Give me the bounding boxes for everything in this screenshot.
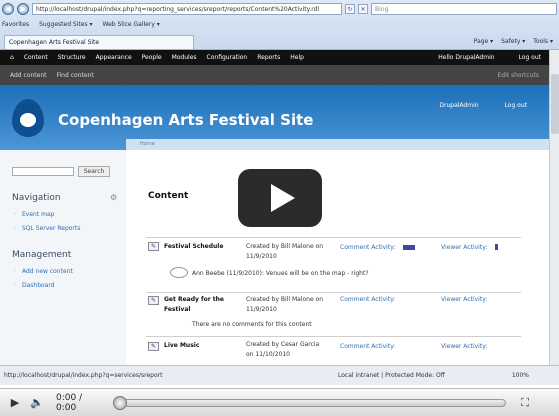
viewer-activity-label: Viewer Activity: xyxy=(441,244,488,251)
edit-document-icon[interactable]: ✎ xyxy=(148,296,159,305)
created-info: Created by Cesar Garcia on 11/10/2010 xyxy=(246,341,320,358)
address-bar[interactable]: http://localhost/drupal/index.php?q=repo… xyxy=(32,3,342,15)
gear-icon[interactable]: ⚙ xyxy=(110,193,117,202)
tab-row: Copenhagen Arts Festival Site Page ▾ Saf… xyxy=(0,33,559,50)
mgmt-link-add-content[interactable]: Add new content xyxy=(14,268,73,275)
viewer-activity-label: Viewer Activity: xyxy=(441,343,488,350)
security-zone: Local intranet | Protected Mode: Off xyxy=(338,372,445,379)
address-row: ◀ ▶ http://localhost/drupal/index.php?q=… xyxy=(2,2,557,16)
zoom-level[interactable]: 100% xyxy=(512,372,559,379)
comment-activity-label: Comment Activity: xyxy=(340,244,396,251)
no-comments-text: There are no comments for this content xyxy=(192,321,312,328)
stop-icon[interactable]: ✕ xyxy=(358,4,368,14)
shortcut-bar: Add content Find content Edit shortcuts xyxy=(0,65,549,85)
play-icon[interactable]: ▶ xyxy=(4,392,26,414)
toolbar-configuration[interactable]: Configuration xyxy=(207,54,248,61)
seek-knob[interactable] xyxy=(113,395,127,410)
toolbar-help[interactable]: Help xyxy=(290,54,304,61)
site-name[interactable]: Copenhagen Arts Festival Site xyxy=(58,111,313,129)
breadcrumb[interactable]: Home xyxy=(126,139,549,150)
admin-toolbar: ⌂ Content Structure Appearance People Mo… xyxy=(0,50,549,65)
toolbar-reports[interactable]: Reports xyxy=(257,54,280,61)
user-link[interactable]: DrupalAdmin xyxy=(439,102,478,109)
content-title-live-music[interactable]: Live Music xyxy=(164,341,199,351)
comment-activity-label: Comment Activity: xyxy=(340,296,396,303)
row-divider xyxy=(146,336,521,337)
favorites-button[interactable]: Favorites xyxy=(2,21,29,28)
status-url: http://localhost/drupal/index.php?q=serv… xyxy=(4,372,163,379)
refresh-icon[interactable]: ↻ xyxy=(345,4,355,14)
management-heading: Management xyxy=(12,250,72,260)
browser-chrome: ◀ ▶ http://localhost/drupal/index.php?q=… xyxy=(0,0,559,50)
favorites-bar: Favorites Suggested Sites ▾ Web Slice Ga… xyxy=(2,18,557,30)
command-bar: Page ▾ Safety ▾ Tools ▾ xyxy=(474,38,559,45)
comment-activity-bar xyxy=(403,245,415,250)
search-input[interactable]: Bing xyxy=(371,3,557,15)
row-divider xyxy=(146,237,521,238)
created-info: Created by Bill Malone on 11/9/2010 xyxy=(246,243,324,260)
search-field[interactable] xyxy=(12,167,74,176)
viewer-activity-label: Viewer Activity: xyxy=(441,296,488,303)
scrollbar-thumb[interactable] xyxy=(551,74,559,134)
sidebar: Search Navigation ⚙ Event map SQL Server… xyxy=(0,150,126,365)
shortcut-find-content[interactable]: Find content xyxy=(57,72,94,79)
page-menu[interactable]: Page ▾ xyxy=(474,38,493,45)
comment-text: Ann Beebe (11/9/2010): Venues will be on… xyxy=(192,270,369,277)
browser-tab[interactable]: Copenhagen Arts Festival Site xyxy=(4,34,194,49)
search-button[interactable]: Search xyxy=(78,166,110,177)
web-slice-gallery-link[interactable]: Web Slice Gallery ▾ xyxy=(102,21,159,28)
viewer-activity-bar xyxy=(495,244,498,250)
toolbar-logout[interactable]: Log out xyxy=(519,54,541,61)
back-icon[interactable]: ◀ xyxy=(2,3,14,15)
content-title-festival-schedule[interactable]: Festival Schedule xyxy=(164,242,223,252)
shortcut-add-content[interactable]: Add content xyxy=(10,72,47,79)
content-title-get-ready[interactable]: Get Ready for the Festival xyxy=(164,295,234,315)
nav-link-sql-server-reports[interactable]: SQL Server Reports xyxy=(14,225,80,232)
toolbar-appearance[interactable]: Appearance xyxy=(96,54,132,61)
video-time: 0:00 / 0:00 xyxy=(56,392,83,413)
volume-icon[interactable]: 🔈 xyxy=(26,392,48,414)
toolbar-structure[interactable]: Structure xyxy=(58,54,86,61)
edit-shortcuts-link[interactable]: Edit shortcuts xyxy=(497,72,549,79)
suggested-sites-link[interactable]: Suggested Sites ▾ xyxy=(39,21,92,28)
hello-user: Hello DrupalAdmin xyxy=(438,54,495,61)
toolbar-people[interactable]: People xyxy=(142,54,162,61)
row-divider xyxy=(146,292,521,293)
drupal-logo-icon[interactable] xyxy=(12,99,44,137)
comment-bubble-icon xyxy=(170,267,188,278)
created-info: Created by Bill Malone on 11/9/2010 xyxy=(246,296,324,313)
page-title: Content xyxy=(148,191,189,201)
edit-document-icon[interactable]: ✎ xyxy=(148,342,159,351)
edit-document-icon[interactable]: ✎ xyxy=(148,242,159,251)
home-icon[interactable]: ⌂ xyxy=(10,54,14,61)
main-content: Content ✎ Festival Schedule Created by B… xyxy=(126,150,549,365)
scrollbar[interactable] xyxy=(549,50,559,365)
toolbar-content[interactable]: Content xyxy=(24,54,48,61)
video-player-controls: ▶ 🔈 0:00 / 0:00 ⛶ xyxy=(0,388,559,416)
status-bar: http://localhost/drupal/index.php?q=serv… xyxy=(0,365,559,385)
video-play-icon[interactable] xyxy=(238,169,322,227)
fullscreen-icon[interactable]: ⛶ xyxy=(514,392,536,414)
tools-menu[interactable]: Tools ▾ xyxy=(533,38,553,45)
comment-activity-label: Comment Activity: xyxy=(340,343,396,350)
mgmt-link-dashboard[interactable]: Dashboard xyxy=(14,282,54,289)
toolbar-modules[interactable]: Modules xyxy=(172,54,197,61)
forward-icon[interactable]: ▶ xyxy=(17,3,29,15)
nav-link-event-map[interactable]: Event map xyxy=(14,211,55,218)
navigation-heading: Navigation xyxy=(12,193,61,203)
header-logout-link[interactable]: Log out xyxy=(505,102,527,109)
video-seek-bar[interactable] xyxy=(113,395,506,410)
safety-menu[interactable]: Safety ▾ xyxy=(501,38,525,45)
